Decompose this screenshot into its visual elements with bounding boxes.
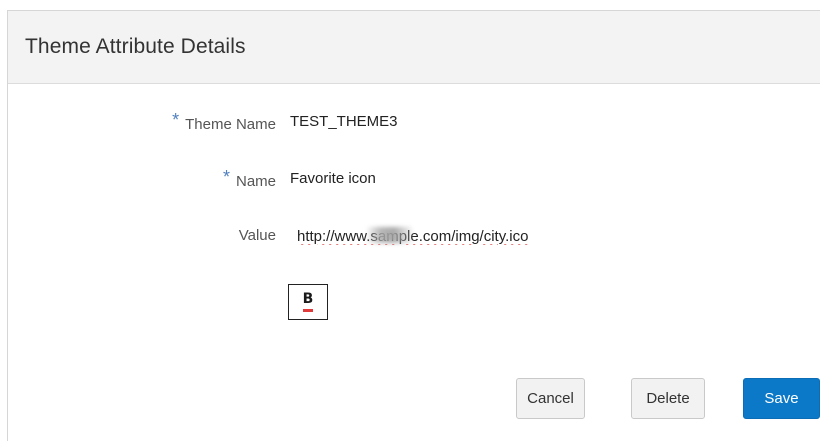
dialog-title: Theme Attribute Details [25,35,246,58]
theme-attribute-dialog: Theme Attribute Details * Theme Name TEST… [7,10,820,441]
required-asterisk: * [172,110,180,130]
theme-name-label: Theme Name [185,116,276,133]
favicon-preview: B [288,284,328,320]
dialog-header: Theme Attribute Details [8,11,820,84]
value-label: Value [238,227,276,244]
name-label-group: * Name [222,167,276,191]
required-asterisk: * [222,167,230,187]
name-row: * Name Favorite icon [8,167,820,192]
value-row: Value [8,224,820,250]
theme-name-value: TEST_THEME3 [290,113,398,130]
delete-button[interactable]: Delete [631,378,705,419]
theme-name-row: * Theme Name TEST_THEME3 [8,110,820,135]
save-button[interactable]: Save [743,378,820,419]
theme-name-label-group: * Theme Name [172,110,276,134]
value-input[interactable] [291,224,613,248]
redacted-blur [367,227,412,243]
name-label: Name [235,173,276,190]
favicon-preview-b-icon: B [302,292,314,312]
cancel-button[interactable]: Cancel [516,378,585,419]
name-value: Favorite icon [290,170,376,187]
